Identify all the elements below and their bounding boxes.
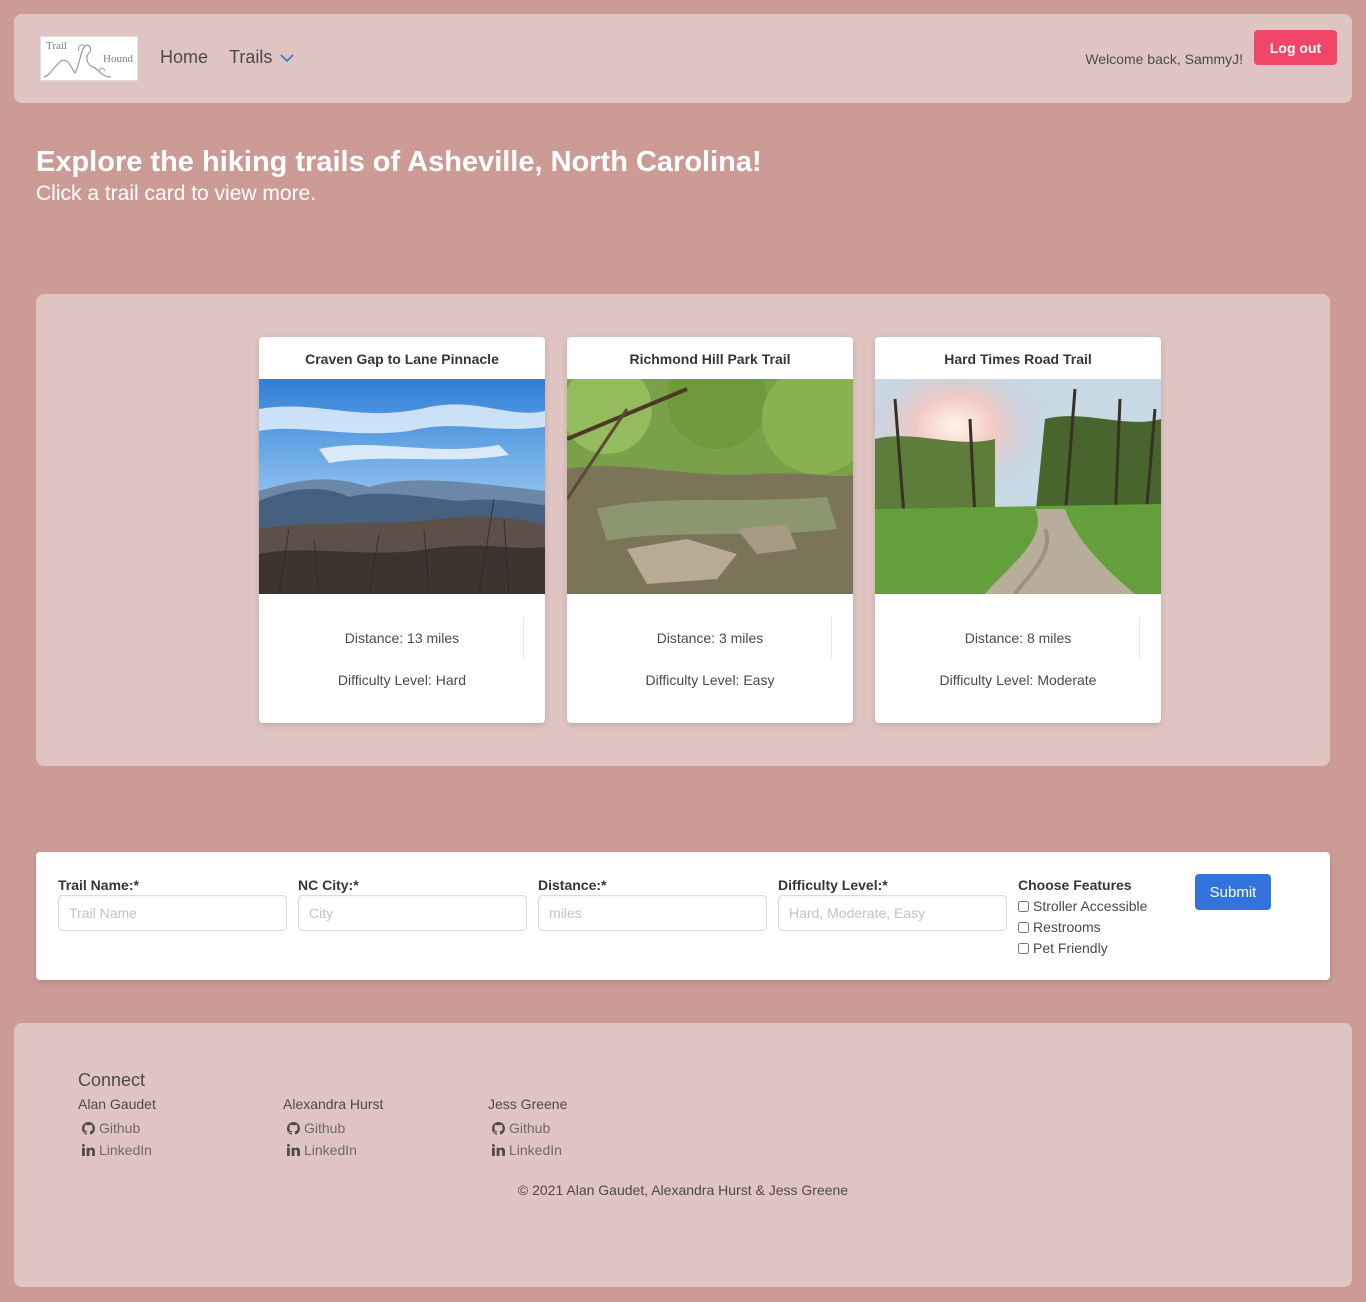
github-link[interactable]: Github [488,1117,567,1139]
trail-hound-logo[interactable]: Trail Hound [40,36,138,81]
trail-card-distance: Distance: 8 miles [964,630,1072,646]
team-member: Jess Greene Github LinkedIn [488,1096,567,1161]
linkedin-link[interactable]: LinkedIn [488,1139,567,1161]
feature-label: Pet Friendly [1033,940,1108,956]
feature-restrooms[interactable]: Restrooms [1018,919,1101,935]
member-name: Alexandra Hurst [283,1096,384,1112]
footer: Connect Alan Gaudet Github LinkedIn Alex… [14,1023,1352,1287]
trail-card-distance: Distance: 13 miles [344,630,460,646]
navbar: Trail Hound Home Trails Welcome back, Sa… [14,14,1352,103]
trail-card-image [259,379,545,594]
restrooms-checkbox[interactable] [1018,921,1029,933]
trail-card-distance: Distance: 3 miles [656,630,764,646]
feature-pet-friendly[interactable]: Pet Friendly [1018,940,1108,956]
github-icon [82,1121,95,1135]
github-icon [287,1121,300,1135]
github-link[interactable]: Github [78,1117,156,1139]
github-link[interactable]: Github [283,1117,383,1139]
logo-text-trail: Trail [46,40,67,52]
connect-heading: Connect [78,1070,146,1090]
distance-label: Distance:* [538,877,607,893]
trail-card-title: Richmond Hill Park Trail [629,351,791,367]
trail-card-difficulty: Difficulty Level: Easy [645,672,775,688]
city-label: NC City:* [298,877,359,893]
linkedin-icon [287,1144,300,1156]
feature-label: Stroller Accessible [1033,898,1148,914]
linkedin-link[interactable]: LinkedIn [78,1139,156,1161]
trail-card-difficulty: Difficulty Level: Moderate [939,672,1097,688]
member-name: Jess Greene [488,1096,568,1112]
linkedin-label: LinkedIn [99,1142,152,1158]
team-member: Alexandra Hurst Github LinkedIn [283,1096,383,1161]
distance-input[interactable] [538,895,767,931]
city-input[interactable] [298,895,527,931]
trail-card-image [875,379,1161,594]
feature-stroller-accessible[interactable]: Stroller Accessible [1018,898,1147,914]
difficulty-input[interactable] [778,895,1007,931]
trail-card-title: Craven Gap to Lane Pinnacle [305,351,499,367]
linkedin-link[interactable]: LinkedIn [283,1139,383,1161]
stroller-accessible-checkbox[interactable] [1018,900,1029,912]
github-label: Github [99,1120,141,1136]
trail-card[interactable]: Richmond Hill Park Trail Distance: 3 mil… [567,337,853,723]
linkedin-icon [82,1144,95,1156]
difficulty-label: Difficulty Level:* [778,877,888,893]
copyright-text: © 2021 Alan Gaudet, Alexandra Hurst & Je… [517,1182,849,1198]
linkedin-label: LinkedIn [304,1142,357,1158]
logout-button[interactable]: Log out [1254,30,1337,65]
feature-label: Restrooms [1033,919,1101,935]
features-label: Choose Features [1018,877,1132,893]
trail-card[interactable]: Hard Times Road Trail Distance: 8 miles … [875,337,1161,723]
linkedin-icon [492,1144,505,1156]
trail-card-difficulty: Difficulty Level: Hard [337,672,467,688]
trail-cards-section: Craven Gap to Lane Pinnacle Distance: 13… [36,294,1330,766]
chevron-down-icon[interactable] [279,53,295,63]
page-subtitle: Click a trail card to view more. [36,182,317,205]
nav-trails-dropdown[interactable]: Trails [229,47,272,68]
member-name: Alan Gaudet [78,1096,156,1112]
trail-card-image [567,379,853,594]
team-member: Alan Gaudet Github LinkedIn [78,1096,156,1161]
trail-card-title: Hard Times Road Trail [944,351,1092,367]
github-label: Github [509,1120,551,1136]
pet-friendly-checkbox[interactable] [1018,942,1029,954]
trail-name-label: Trail Name:* [58,877,139,893]
linkedin-label: LinkedIn [509,1142,562,1158]
github-label: Github [304,1120,346,1136]
trail-name-input[interactable] [58,895,287,931]
nav-home-link[interactable]: Home [160,47,208,68]
github-icon [492,1121,505,1135]
logo-text-hound: Hound [103,53,133,65]
add-trail-form: Trail Name:* NC City:* Distance:* Diffic… [36,852,1330,980]
trail-card[interactable]: Craven Gap to Lane Pinnacle Distance: 13… [259,337,545,723]
page-title: Explore the hiking trails of Asheville, … [36,146,762,178]
submit-button[interactable]: Submit [1195,874,1271,910]
welcome-message: Welcome back, SammyJ! [1085,51,1243,67]
